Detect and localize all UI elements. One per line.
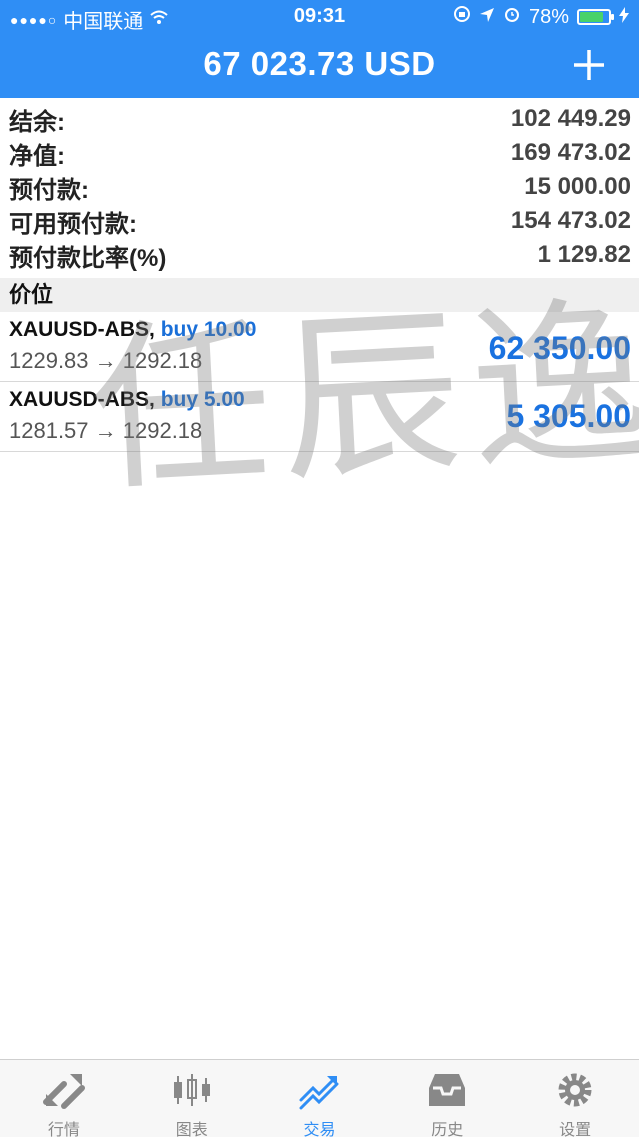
positions-section-header: 价位 xyxy=(0,278,639,312)
summary-label: 可用预付款: xyxy=(9,210,137,238)
position-profit: 5 305.00 xyxy=(506,398,631,434)
position-direction: buy 10.00 xyxy=(160,318,257,341)
positions-list: XAUUSD-ABS, buy 10.00 1229.83 → 1292.18 … xyxy=(0,312,639,452)
alarm-icon xyxy=(503,5,521,29)
account-profit-title: 67 023.73 USD xyxy=(203,45,436,82)
history-icon xyxy=(429,1074,466,1106)
battery-icon xyxy=(577,9,614,25)
status-right: 78% xyxy=(453,5,629,29)
summary-row-free-margin: 可用预付款: 154 473.02 xyxy=(0,204,639,238)
tab-bar: 行情 图表 交易 历史 设置 xyxy=(0,1059,639,1139)
position-direction: buy 5.00 xyxy=(160,388,245,411)
location-icon xyxy=(479,6,495,29)
tab-quotes[interactable]: 行情 xyxy=(0,1060,128,1139)
position-prices: 1281.57 → 1292.18 xyxy=(9,418,203,443)
position-symbol: XAUUSD-ABS, xyxy=(9,318,155,341)
plus-icon xyxy=(574,50,604,80)
summary-row-margin: 预付款: 15 000.00 xyxy=(0,170,639,204)
tab-trade[interactable]: 交易 xyxy=(256,1060,384,1139)
trade-icon xyxy=(299,1076,339,1110)
position-symbol: XAUUSD-ABS, xyxy=(9,388,155,411)
tab-label: 行情 xyxy=(47,1122,80,1139)
summary-row-margin-level: 预付款比率(%) 1 129.82 xyxy=(0,238,639,272)
summary-value: 102 449.29 xyxy=(510,105,631,132)
summary-value: 15 000.00 xyxy=(524,173,631,200)
summary-label: 净值: xyxy=(9,142,65,170)
settings-icon xyxy=(558,1073,592,1107)
add-order-button[interactable] xyxy=(569,45,609,85)
position-prices: 1229.83 → 1292.18 xyxy=(9,348,203,373)
account-summary: 结余: 102 449.29 净值: 169 473.02 预付款: 15 00… xyxy=(0,102,639,272)
summary-label: 预付款: xyxy=(9,176,89,204)
tab-label: 图表 xyxy=(175,1122,208,1139)
quotes-icon xyxy=(42,1074,85,1109)
position-row[interactable]: XAUUSD-ABS, buy 5.00 1281.57 → 1292.18 5… xyxy=(0,382,639,452)
tab-history[interactable]: 历史 xyxy=(383,1060,511,1139)
summary-value: 1 129.82 xyxy=(537,241,631,268)
summary-row-balance: 结余: 102 449.29 xyxy=(0,102,639,136)
position-profit: 62 350.00 xyxy=(488,330,631,366)
summary-row-equity: 净值: 169 473.02 xyxy=(0,136,639,170)
tab-settings[interactable]: 设置 xyxy=(511,1060,639,1139)
summary-label: 结余: xyxy=(9,108,65,136)
position-title: XAUUSD-ABS, buy 10.00 xyxy=(9,318,256,342)
position-title: XAUUSD-ABS, buy 5.00 xyxy=(9,388,245,412)
status-bar: ●●●●○ 中国联通 09:31 78% xyxy=(0,0,639,33)
tab-chart[interactable]: 图表 xyxy=(128,1060,256,1139)
battery-percent: 78% xyxy=(528,5,569,28)
tab-label: 历史 xyxy=(431,1122,464,1139)
position-row[interactable]: XAUUSD-ABS, buy 10.00 1229.83 → 1292.18 … xyxy=(0,312,639,382)
tab-label: 交易 xyxy=(303,1122,336,1139)
charging-icon xyxy=(619,6,629,29)
summary-label: 预付款比率(%) xyxy=(9,244,167,272)
rotation-lock-icon xyxy=(453,5,471,29)
summary-value: 154 473.02 xyxy=(510,207,631,234)
summary-value: 169 473.02 xyxy=(510,139,631,166)
top-bar: ●●●●○ 中国联通 09:31 78% 67 023.73 USD xyxy=(0,0,639,98)
chart-icon xyxy=(173,1074,210,1106)
tab-label: 设置 xyxy=(559,1122,592,1139)
